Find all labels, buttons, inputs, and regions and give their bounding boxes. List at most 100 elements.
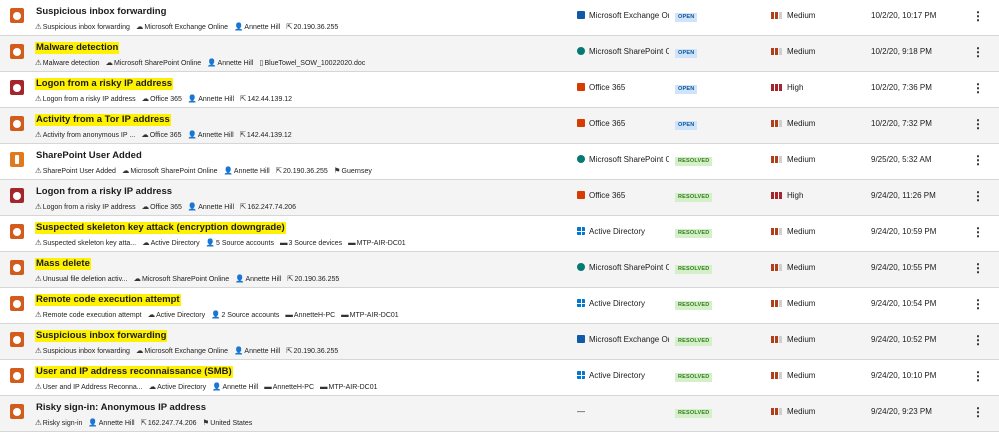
more-options-icon[interactable]: ⋮	[972, 260, 984, 276]
alert-row[interactable]: Risky sign-in: Anonymous IP address ⚠Ris…	[0, 396, 999, 432]
alert-title[interactable]: SharePoint User Added	[35, 150, 143, 162]
meta-item[interactable]: ⚠Suspicious inbox forwarding	[35, 346, 130, 355]
meta-item[interactable]: ⇱162.247.74.206	[240, 202, 296, 211]
meta-text: Annette Hill	[222, 384, 259, 391]
meta-item[interactable]: 👤Annette Hill	[235, 274, 281, 283]
more-options-icon[interactable]: ⋮	[972, 80, 984, 96]
alert-row[interactable]: Malware detection ⚠Malware detection ☁Mic…	[0, 36, 999, 72]
meta-item[interactable]: ☁Microsoft SharePoint Online	[106, 58, 202, 67]
alert-title[interactable]: Logon from a risky IP address	[35, 186, 173, 198]
meta-item[interactable]: 👤Annette Hill	[187, 130, 233, 139]
meta-item[interactable]: ▬MTP-AIR-DC01	[348, 238, 406, 247]
meta-item[interactable]: ☁Active Directory	[149, 382, 207, 391]
more-options-icon[interactable]: ⋮	[972, 332, 984, 348]
meta-item[interactable]: 👤Annette Hill	[234, 22, 280, 31]
severity-text: Medium	[787, 155, 816, 164]
alert-row[interactable]: User and IP address reconnaissance (SMB)…	[0, 360, 999, 396]
meta-item[interactable]: 👤Annette Hill	[188, 202, 234, 211]
meta-item[interactable]: 👤Annette Hill	[234, 346, 281, 355]
meta-item[interactable]: ☁Microsoft SharePoint Online	[122, 166, 218, 175]
meta-item[interactable]: ⇱162.247.74.206	[141, 418, 197, 427]
more-options-icon[interactable]: ⋮	[972, 224, 984, 240]
more-options-icon[interactable]: ⋮	[972, 116, 984, 132]
meta-text: 162.247.74.206	[147, 420, 197, 427]
meta-item[interactable]: ⚠User and IP Address Reconna...	[35, 382, 143, 391]
meta-item[interactable]: 👤Annette Hill	[224, 166, 270, 175]
more-options-icon[interactable]: ⋮	[972, 368, 984, 384]
alert-row[interactable]: SharePoint User Added ⚠SharePoint User A…	[0, 144, 999, 180]
meta-item[interactable]: ⇱20.190.36.255	[287, 274, 339, 283]
alert-row[interactable]: Logon from a risky IP address ⚠Logon fro…	[0, 180, 999, 216]
alert-row[interactable]: Activity from a Tor IP address ⚠Activity…	[0, 108, 999, 144]
detection-source: Microsoft Exchange Online	[577, 11, 669, 20]
meta-item[interactable]: ▬3 Source devices	[279, 238, 342, 247]
meta-item[interactable]: ⚑Guernsey	[334, 166, 372, 175]
meta-item[interactable]: ▬MTP-AIR-DC01	[341, 310, 399, 319]
meta-item[interactable]: 👤Annette Hill	[188, 94, 235, 103]
meta-item[interactable]: ☁Microsoft Exchange Online	[136, 346, 228, 355]
alert-title[interactable]: Mass delete	[35, 258, 91, 270]
alert-title[interactable]: Logon from a risky IP address	[35, 78, 174, 90]
more-options-icon[interactable]: ⋮	[972, 8, 984, 24]
cloud-icon: ☁	[141, 94, 150, 103]
alert-row[interactable]: Suspected skeleton key attack (encryptio…	[0, 216, 999, 252]
alert-title[interactable]: Suspicious inbox forwarding	[35, 6, 167, 18]
meta-item[interactable]: 👤2 Source accounts	[211, 310, 279, 319]
meta-item[interactable]: ⚠Activity from anonymous IP ...	[35, 130, 135, 139]
ip-icon: ⇱	[239, 130, 246, 139]
meta-item[interactable]: 👤Annette Hill	[212, 382, 259, 391]
alert-meta: ⚠Suspected skeleton key atta... ☁Active D…	[35, 238, 412, 248]
meta-item[interactable]: ▯BlueTowel_SOW_10022020.doc	[259, 58, 365, 67]
more-options-icon[interactable]: ⋮	[972, 296, 984, 312]
alert-row[interactable]: Suspicious inbox forwarding ⚠Suspicious …	[0, 324, 999, 360]
alert-title[interactable]: Risky sign-in: Anonymous IP address	[35, 402, 207, 414]
alert-row[interactable]: Mass delete ⚠Unusual file deletion activ…	[0, 252, 999, 288]
meta-item[interactable]: ⚠Logon from a risky IP address	[35, 202, 136, 211]
meta-item[interactable]: ▬AnnetteH-PC	[264, 382, 314, 391]
meta-item[interactable]: ⚠Malware detection	[35, 58, 100, 67]
meta-item[interactable]: ⇱20.190.36.255	[276, 166, 328, 175]
alert-title[interactable]: Malware detection	[35, 42, 120, 54]
meta-item[interactable]: ☁Microsoft Exchange Online	[136, 22, 228, 31]
alert-title[interactable]: Suspicious inbox forwarding	[35, 330, 168, 342]
meta-item[interactable]: ⇱142.44.139.12	[239, 130, 292, 139]
alert-row[interactable]: Logon from a risky IP address ⚠Logon fro…	[0, 72, 999, 108]
meta-item[interactable]: ⚠Risky sign-in	[35, 418, 82, 427]
meta-item[interactable]: ▬AnnetteH-PC	[285, 310, 335, 319]
more-options-icon[interactable]: ⋮	[972, 404, 984, 420]
meta-item[interactable]: ⚠Logon from a risky IP address	[35, 94, 136, 103]
meta-text: Annette Hill	[198, 96, 235, 103]
meta-item[interactable]: ⚠Suspicious inbox forwarding	[35, 22, 130, 31]
meta-item[interactable]: ⇱142.44.139.12	[240, 94, 292, 103]
more-options-icon[interactable]: ⋮	[972, 44, 984, 60]
alert-row[interactable]: Remote code execution attempt ⚠Remote co…	[0, 288, 999, 324]
alert-title[interactable]: Activity from a Tor IP address	[35, 114, 171, 126]
meta-item[interactable]: ☁Active Directory	[148, 310, 206, 319]
device-icon: ▬	[279, 238, 288, 247]
meta-item[interactable]: 👤Annette Hill	[207, 58, 253, 67]
more-options-icon[interactable]: ⋮	[972, 188, 984, 204]
alert-title[interactable]: User and IP address reconnaissance (SMB)	[35, 366, 233, 378]
meta-item[interactable]: ☁Active Directory	[142, 238, 200, 247]
meta-item[interactable]: ☁Office 365	[141, 94, 182, 103]
more-options-icon[interactable]: ⋮	[972, 152, 984, 168]
meta-item[interactable]: ⚑United States	[203, 418, 253, 427]
meta-item[interactable]: ☁Microsoft SharePoint Online	[133, 274, 229, 283]
alert-title[interactable]: Suspected skeleton key attack (encryptio…	[35, 222, 286, 234]
meta-item[interactable]: 👤Annette Hill	[88, 418, 134, 427]
alert-row[interactable]: Suspicious inbox forwarding ⚠Suspicious …	[0, 0, 999, 36]
meta-item[interactable]: ⚠SharePoint User Added	[35, 166, 116, 175]
severity-icon	[10, 260, 24, 275]
meta-item[interactable]: ☁Office 365	[142, 202, 182, 211]
meta-text: Annette Hill	[244, 348, 281, 355]
meta-item[interactable]: ▬MTP-AIR-DC01	[320, 382, 378, 391]
status-badge: OPEN	[675, 85, 698, 94]
meta-item[interactable]: ⇱20.190.36.255	[286, 22, 338, 31]
meta-item[interactable]: ⚠Suspected skeleton key atta...	[35, 238, 136, 247]
meta-item[interactable]: ⚠Remote code execution attempt	[35, 310, 142, 319]
meta-item[interactable]: 👤5 Source accounts	[206, 238, 274, 247]
meta-item[interactable]: ☁Office 365	[141, 130, 181, 139]
alert-title[interactable]: Remote code execution attempt	[35, 294, 181, 306]
meta-item[interactable]: ⇱20.190.36.255	[286, 346, 338, 355]
meta-item[interactable]: ⚠Unusual file deletion activ...	[35, 274, 127, 283]
